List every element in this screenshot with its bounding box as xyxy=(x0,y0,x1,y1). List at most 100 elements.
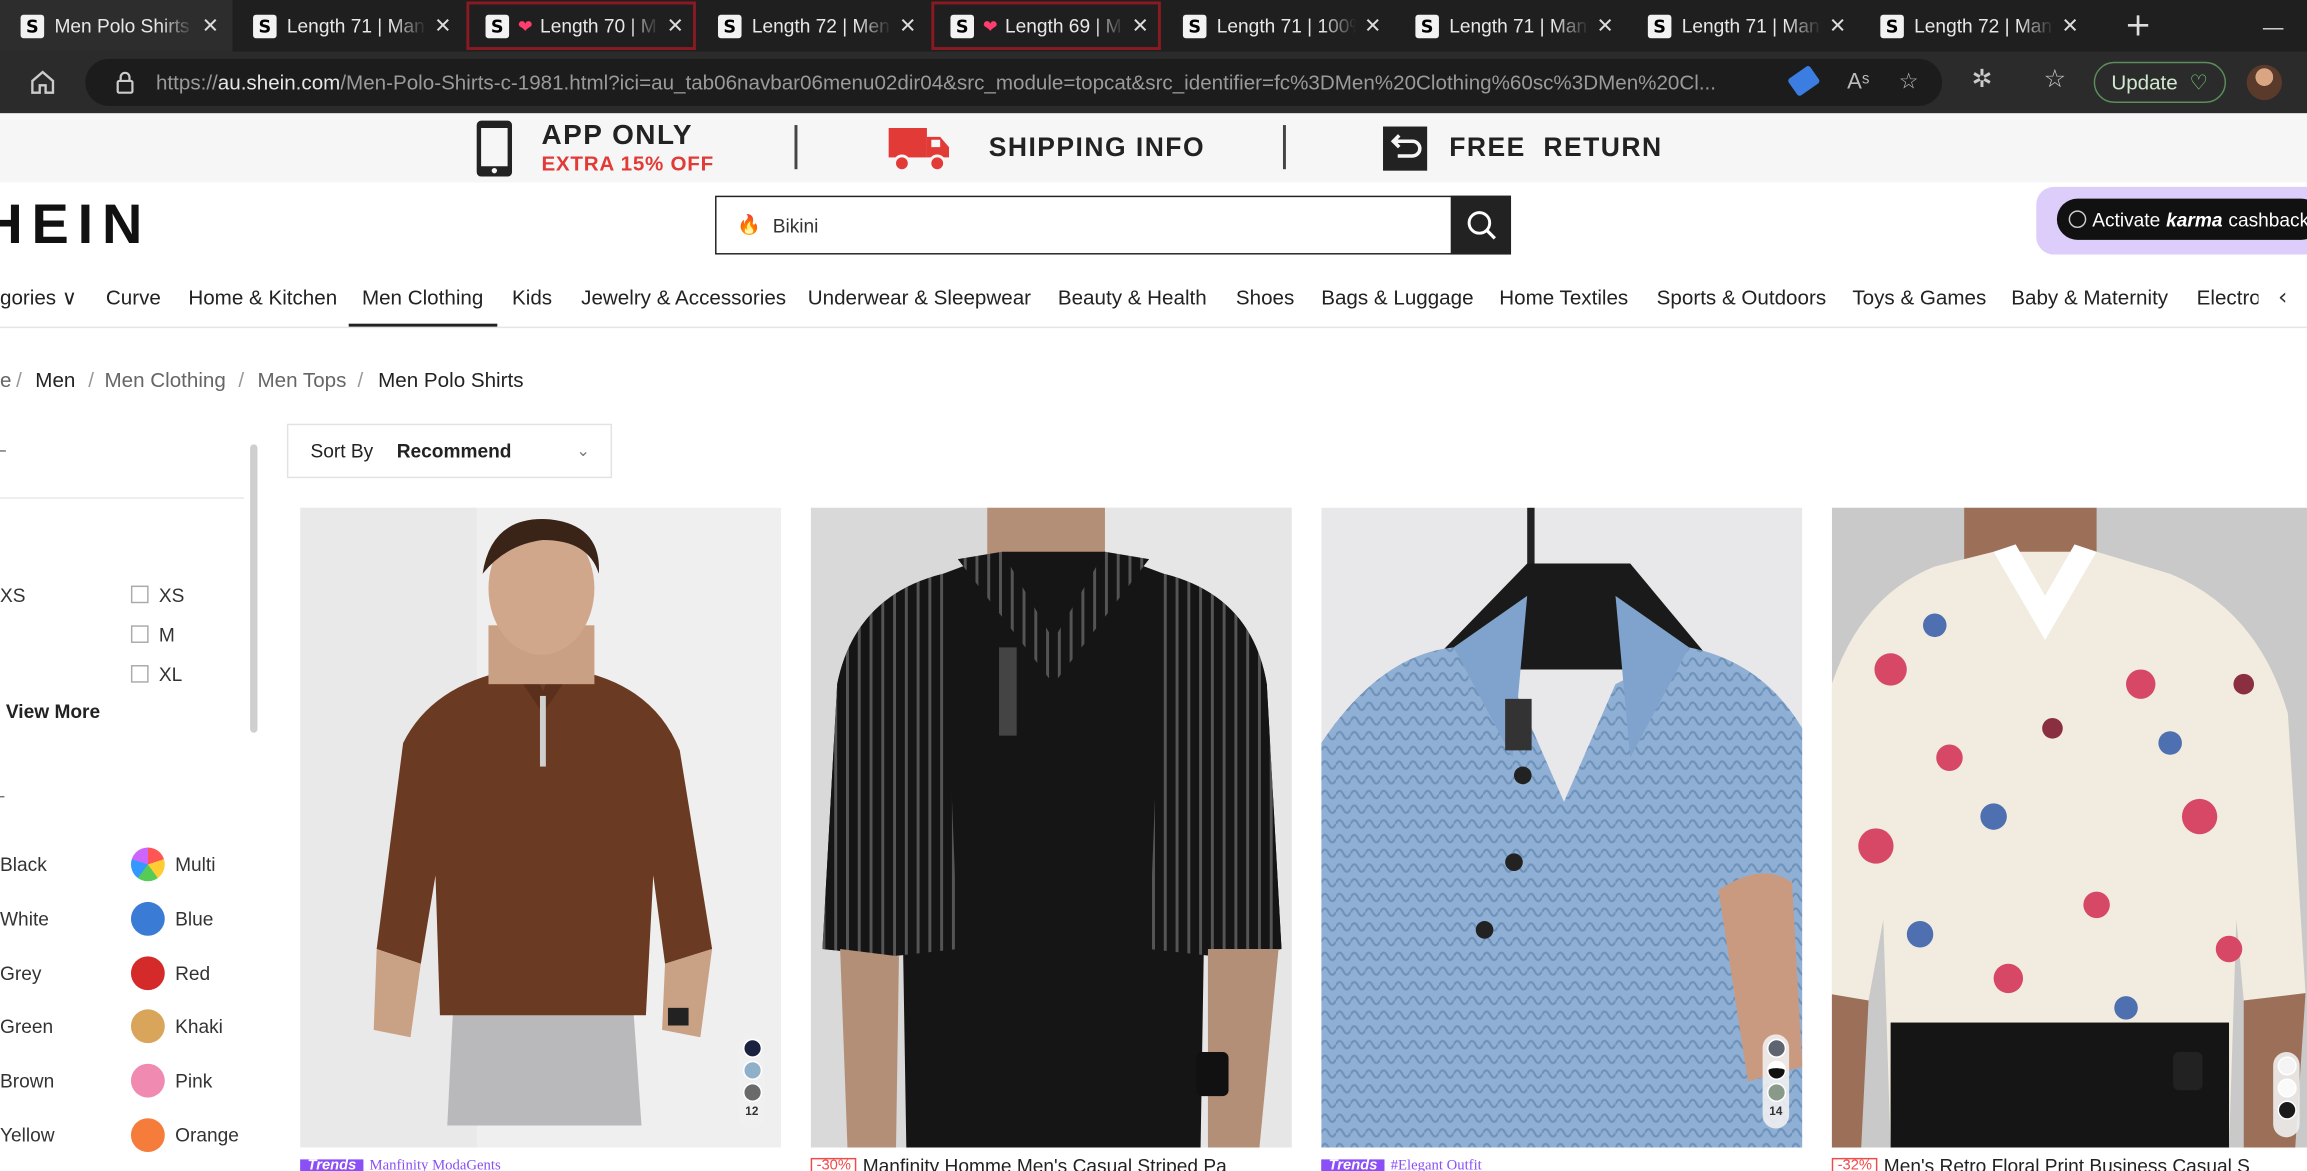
nav-item-sports[interactable]: Sports & Outdoors xyxy=(1657,285,1826,309)
color-swatch-blue[interactable] xyxy=(130,901,165,936)
shein-logo[interactable]: HEIN xyxy=(0,194,151,257)
size-checkbox[interactable] xyxy=(130,665,149,683)
size-option-left[interactable]: XS xyxy=(0,584,26,606)
browser-tab[interactable]: S Length 71 | Manfi ✕ xyxy=(1395,0,1627,51)
swatch-black[interactable] xyxy=(2276,1100,2296,1120)
nav-item-categories[interactable]: gories ∨ xyxy=(0,285,77,310)
update-button[interactable]: Update ♡ xyxy=(2093,61,2227,103)
swatch-navy[interactable] xyxy=(742,1038,762,1058)
search-input[interactable]: Bikini xyxy=(773,214,819,236)
search-box[interactable]: 🔥 Bikini xyxy=(715,195,1512,255)
free-return-promo[interactable]: FREE RETURN xyxy=(1382,113,1663,182)
color-option-left[interactable]: Black xyxy=(0,853,47,875)
color-option-left[interactable]: Grey xyxy=(0,962,41,984)
nav-item-men-clothing[interactable]: Men Clothing xyxy=(348,285,497,327)
product-title[interactable]: Men's Retro Floral Print Business Casual… xyxy=(1884,1156,2250,1171)
nav-item-kids[interactable]: Kids xyxy=(512,285,552,309)
browser-tab[interactable]: S ❤ Length 70 | M ✕ xyxy=(465,0,697,51)
color-option-left[interactable]: Brown xyxy=(0,1070,54,1092)
nav-item-curve[interactable]: Curve xyxy=(106,285,161,309)
nav-item-beauty[interactable]: Beauty & Health xyxy=(1058,285,1207,309)
swatch-white[interactable] xyxy=(2276,1078,2296,1098)
close-icon[interactable]: ✕ xyxy=(200,14,221,38)
sidebar-scrollbar[interactable] xyxy=(250,444,258,733)
product-image[interactable] xyxy=(1321,507,1803,1148)
swatch-grey[interactable] xyxy=(742,1082,762,1103)
profile-avatar[interactable] xyxy=(2246,64,2282,101)
nav-item-baby[interactable]: Baby & Maternity xyxy=(2011,285,2168,309)
coupon-tag-icon[interactable] xyxy=(1787,64,1822,97)
color-option-left[interactable]: White xyxy=(0,908,49,930)
color-swatch-multi[interactable] xyxy=(130,847,165,882)
chevron-left-icon[interactable]: ‹ xyxy=(2258,275,2307,317)
browser-tab[interactable]: S Length 72 | Men's ✕ xyxy=(697,0,929,51)
browser-tab[interactable]: S Length 71 | 100% ✕ xyxy=(1162,0,1394,51)
breadcrumb-item[interactable]: e xyxy=(0,368,11,392)
color-swatch-red[interactable] xyxy=(130,956,165,991)
search-button[interactable] xyxy=(1450,195,1512,255)
color-swatch-khaki[interactable] xyxy=(130,1009,165,1044)
color-option-left[interactable]: Green xyxy=(0,1015,53,1037)
favorite-star-icon[interactable]: ☆ xyxy=(1899,68,1919,94)
color-swatch-pink[interactable] xyxy=(130,1063,165,1098)
breadcrumb-men[interactable]: Men xyxy=(35,368,75,392)
url-text[interactable]: https://au.shein.com/Men-Polo-Shirts-c-1… xyxy=(156,71,1745,95)
close-icon[interactable]: ✕ xyxy=(2060,14,2081,38)
minimize-icon[interactable]: — xyxy=(2239,14,2307,38)
activate-karma-button[interactable]: Activate karma cashback xyxy=(2056,198,2307,240)
swatch-floral-white[interactable] xyxy=(2276,1056,2296,1076)
home-icon[interactable] xyxy=(26,66,58,98)
color-swatch-orange[interactable] xyxy=(130,1118,165,1153)
nav-item-home-kitchen[interactable]: Home & Kitchen xyxy=(188,285,337,309)
close-icon[interactable]: ✕ xyxy=(1595,14,1616,38)
swatch-sage[interactable] xyxy=(1766,1082,1786,1103)
product-card[interactable] xyxy=(810,507,1292,1148)
product-image[interactable] xyxy=(1831,507,2307,1148)
new-tab-plus-icon[interactable]: + xyxy=(2125,7,2152,44)
product-image[interactable] xyxy=(300,507,782,1148)
product-card[interactable]: 12 xyxy=(300,507,782,1148)
swatch-black-white[interactable] xyxy=(1766,1060,1786,1080)
product-image[interactable] xyxy=(810,507,1292,1148)
shipping-info-promo[interactable]: SHIPPING INFO xyxy=(887,113,1205,182)
breadcrumb-men-clothing[interactable]: Men Clothing xyxy=(104,368,225,392)
swatch-light-blue[interactable] xyxy=(742,1060,762,1080)
close-icon[interactable]: ✕ xyxy=(1130,14,1151,38)
nav-item-jewelry[interactable]: Jewelry & Accessories xyxy=(581,285,786,309)
nav-item-toys[interactable]: Toys & Games xyxy=(1852,285,1986,309)
product-title[interactable]: Manfinity Homme Men's Casual Striped Pa xyxy=(863,1156,1227,1171)
trend-sublabel[interactable]: #Elegant Outfit xyxy=(1391,1158,1482,1171)
extensions-icon[interactable]: ✲ xyxy=(1972,65,1993,94)
swatch-grey[interactable] xyxy=(1766,1038,1786,1058)
breadcrumb-men-tops[interactable]: Men Tops xyxy=(257,368,346,392)
nav-item-home-textiles[interactable]: Home Textiles xyxy=(1499,285,1628,309)
close-icon[interactable]: ✕ xyxy=(897,14,918,38)
browser-tab[interactable]: S ❤ Length 69 | M ✕ xyxy=(930,0,1162,51)
close-icon[interactable]: ✕ xyxy=(433,14,454,38)
size-checkbox[interactable] xyxy=(130,625,149,643)
view-more-link[interactable]: View More xyxy=(6,700,100,722)
close-icon[interactable]: ✕ xyxy=(1362,14,1383,38)
browser-tab[interactable]: S Length 71 | Manfi ✕ xyxy=(1627,0,1859,51)
browser-tab[interactable]: S Men Polo Shirts | ✕ xyxy=(0,0,233,52)
nav-item-underwear[interactable]: Underwear & Sleepwear xyxy=(808,285,1031,309)
sort-dropdown[interactable]: Sort By Recommend ⌄ xyxy=(286,423,613,479)
phone-icon xyxy=(476,119,513,176)
close-icon[interactable]: ✕ xyxy=(665,14,686,38)
product-card[interactable] xyxy=(1831,507,2307,1148)
app-only-promo[interactable]: APP ONLY EXTRA 15% OFF xyxy=(474,113,714,182)
trend-sublabel[interactable]: Manfinity ModaGents xyxy=(370,1158,501,1171)
nav-item-electronics[interactable]: Electro xyxy=(2197,285,2261,309)
read-aloud-icon[interactable]: Aˢ xyxy=(1847,68,1869,93)
nav-item-bags[interactable]: Bags & Luggage xyxy=(1321,285,1473,309)
color-option-left[interactable]: Yellow xyxy=(0,1124,55,1146)
product-card[interactable]: 14 xyxy=(1321,507,1803,1148)
address-bar[interactable]: https://au.shein.com/Men-Polo-Shirts-c-1… xyxy=(85,58,1943,106)
lock-icon[interactable] xyxy=(115,71,136,95)
nav-item-shoes[interactable]: Shoes xyxy=(1236,285,1294,309)
close-icon[interactable]: ✕ xyxy=(1827,14,1848,38)
size-checkbox[interactable] xyxy=(130,585,149,604)
browser-tab[interactable]: S Length 72 | Manfi ✕ xyxy=(1860,0,2092,51)
browser-tab[interactable]: S Length 71 | Manfi ✕ xyxy=(232,0,464,51)
favorites-icon[interactable]: ☆ xyxy=(2044,65,2066,94)
